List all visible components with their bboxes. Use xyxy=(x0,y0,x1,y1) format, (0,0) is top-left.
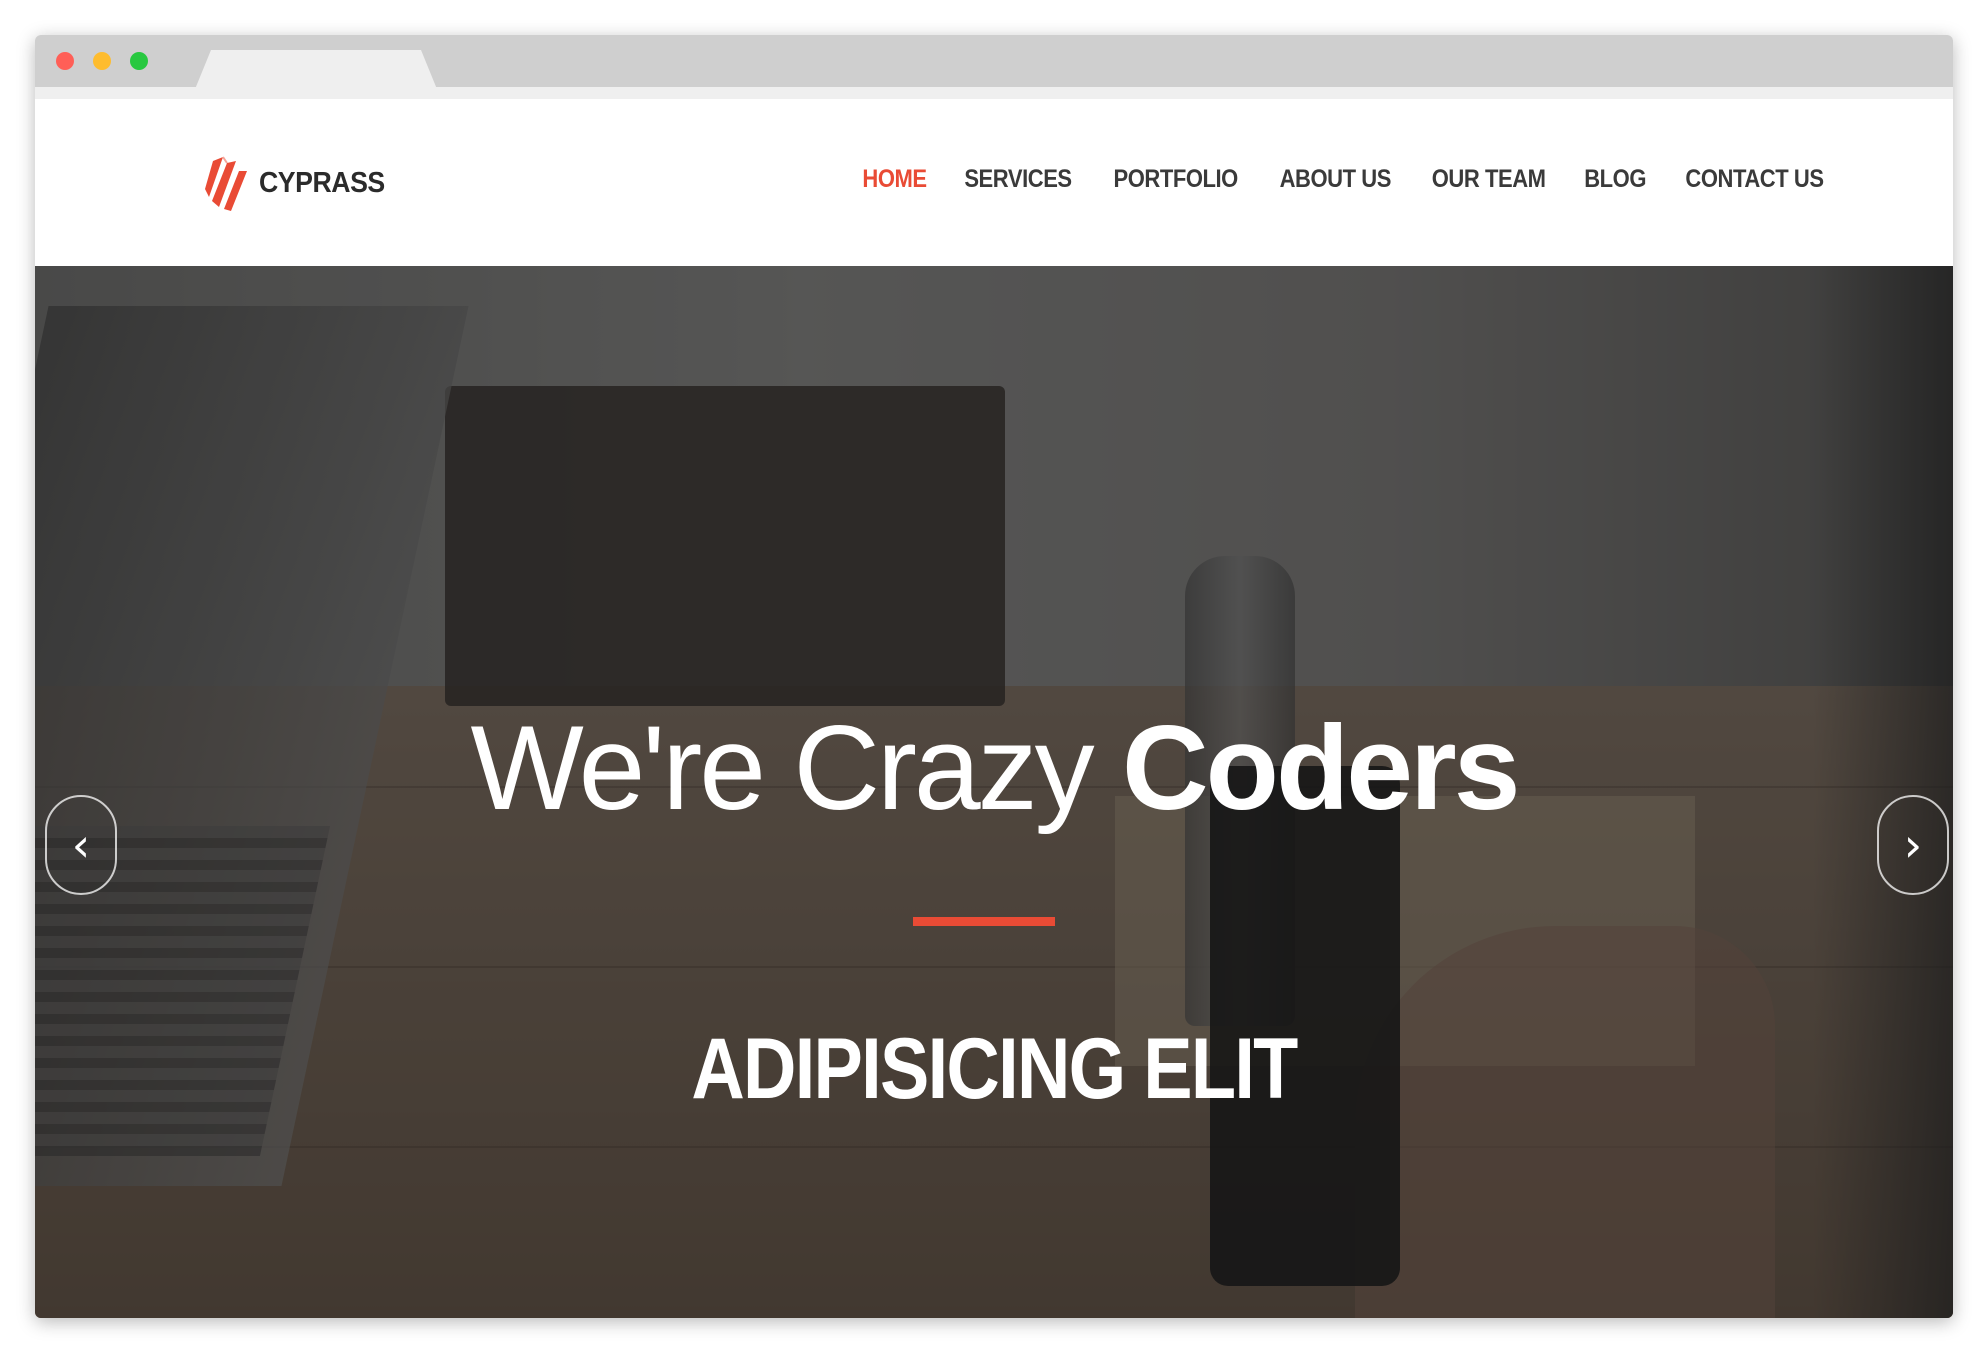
slider-next-button[interactable]: › xyxy=(1877,795,1949,895)
main-nav: HOME SERVICES PORTFOLIO ABOUT US OUR TEA… xyxy=(862,159,1825,199)
chevron-right-icon: › xyxy=(1903,818,1923,872)
hero-title-bold: Coders xyxy=(1122,701,1520,835)
hero-subtitle: ADIPISICING ELIT xyxy=(691,1021,1298,1117)
site-header: CYPRASS HOME SERVICES PORTFOLIO ABOUT US… xyxy=(35,99,1953,266)
site-logo[interactable]: CYPRASS xyxy=(203,153,396,213)
nav-contact-us[interactable]: CONTACT US xyxy=(1685,165,1824,194)
hero-divider xyxy=(913,917,1055,926)
cyprass-logo-icon xyxy=(205,156,247,211)
chevron-left-icon: ‹ xyxy=(71,818,91,872)
nav-blog[interactable]: BLOG xyxy=(1584,165,1646,194)
hero-title: We're Crazy Coders xyxy=(35,708,1953,828)
nav-home[interactable]: HOME xyxy=(862,165,927,194)
slider-prev-button[interactable]: ‹ xyxy=(45,795,117,895)
close-window-dot[interactable] xyxy=(56,52,74,70)
maximize-window-dot[interactable] xyxy=(130,52,148,70)
nav-about-us[interactable]: ABOUT US xyxy=(1279,165,1391,194)
browser-tab-strip xyxy=(35,87,1953,99)
logo-text: CYPRASS xyxy=(259,166,385,199)
nav-services[interactable]: SERVICES xyxy=(964,165,1072,194)
minimize-window-dot[interactable] xyxy=(93,52,111,70)
browser-window: CYPRASS HOME SERVICES PORTFOLIO ABOUT US… xyxy=(35,35,1953,1318)
hero-title-light: We're Crazy xyxy=(470,701,1123,835)
hero-slider: We're Crazy Coders ADIPISICING ELIT ‹ › xyxy=(35,266,1953,1318)
nav-portfolio[interactable]: PORTFOLIO xyxy=(1113,165,1238,194)
nav-our-team[interactable]: OUR TEAM xyxy=(1432,165,1546,194)
